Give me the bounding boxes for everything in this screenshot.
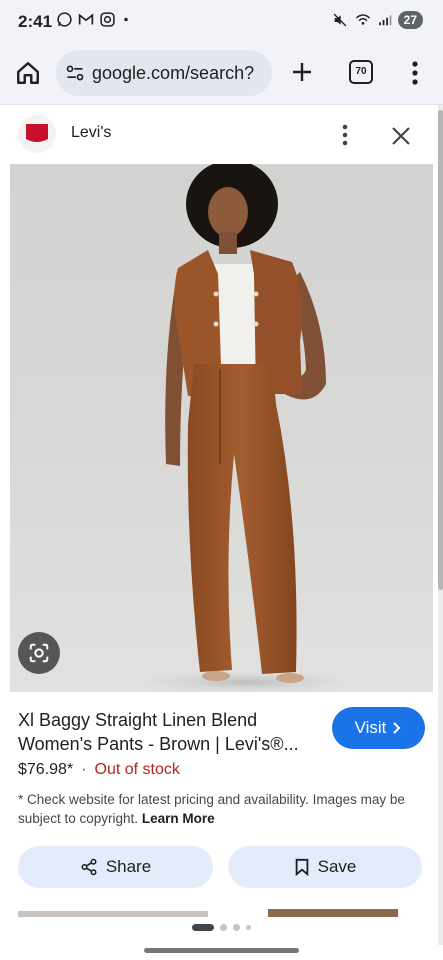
disclaimer: * Check website for latest pricing and a…: [18, 790, 423, 828]
scrollbar-thumb[interactable]: [438, 110, 443, 590]
save-label: Save: [317, 857, 357, 876]
battery-icon: 27: [397, 11, 423, 29]
whatsapp-icon: [57, 12, 72, 27]
bookmark-icon: [295, 858, 308, 876]
share-icon: [81, 858, 97, 876]
model-photo: [125, 164, 365, 692]
learn-more-link[interactable]: Learn More: [142, 811, 215, 826]
chevron-right-icon: [393, 722, 401, 734]
url-text: google.com/search?: [92, 62, 255, 83]
separator-dot: ·: [81, 761, 87, 778]
share-button[interactable]: Share: [18, 846, 213, 888]
tab-count: 70: [355, 66, 367, 77]
google-lens-icon: [29, 643, 49, 663]
gesture-nav-handle[interactable]: [144, 948, 299, 953]
share-label: Share: [105, 857, 152, 876]
stock-status: Out of stock: [94, 761, 180, 778]
related-results-peek[interactable]: [18, 909, 422, 917]
wifi-icon: [355, 14, 370, 25]
close-icon[interactable]: [390, 125, 412, 147]
pager-dot: [233, 924, 240, 931]
visit-label: Visit: [354, 718, 387, 737]
tab-switcher-button[interactable]: 70: [349, 60, 373, 84]
levis-logo-icon: [26, 124, 48, 142]
instagram-icon: [100, 12, 115, 27]
brand-logo[interactable]: [18, 115, 56, 153]
price: $76.98*: [18, 761, 74, 778]
carousel-indicator: [192, 924, 251, 931]
gmail-icon: [78, 13, 94, 25]
status-time: 2:41: [18, 12, 53, 31]
brand-name[interactable]: Levi's: [71, 124, 111, 142]
dot-icon: [124, 17, 128, 22]
visit-button[interactable]: Visit: [332, 707, 425, 749]
pager-dot-active: [192, 924, 214, 931]
site-settings-icon[interactable]: [65, 63, 85, 83]
sheet-more-icon[interactable]: [335, 123, 355, 147]
browser-toolbar: google.com/search? 70: [0, 42, 443, 105]
new-tab-icon[interactable]: [290, 60, 314, 84]
system-icons: 27: [332, 11, 423, 29]
notification-icons: [56, 11, 132, 28]
status-bar: 2:41 27: [0, 0, 443, 42]
more-vert-icon[interactable]: [405, 60, 425, 86]
save-button[interactable]: Save: [228, 846, 422, 888]
address-bar[interactable]: google.com/search?: [56, 50, 272, 96]
product-image[interactable]: [10, 164, 433, 692]
pager-dot: [220, 924, 227, 931]
product-title[interactable]: Xl Baggy Straight Linen Blend Women's Pa…: [18, 708, 318, 756]
price-row: $76.98* · Out of stock: [18, 761, 180, 779]
signal-icon: [378, 15, 392, 26]
home-icon[interactable]: [15, 60, 41, 86]
pager-dot: [246, 925, 251, 930]
result-sheet-header: Levi's: [0, 105, 443, 163]
lens-button[interactable]: [18, 632, 60, 674]
mute-icon: [333, 13, 347, 27]
